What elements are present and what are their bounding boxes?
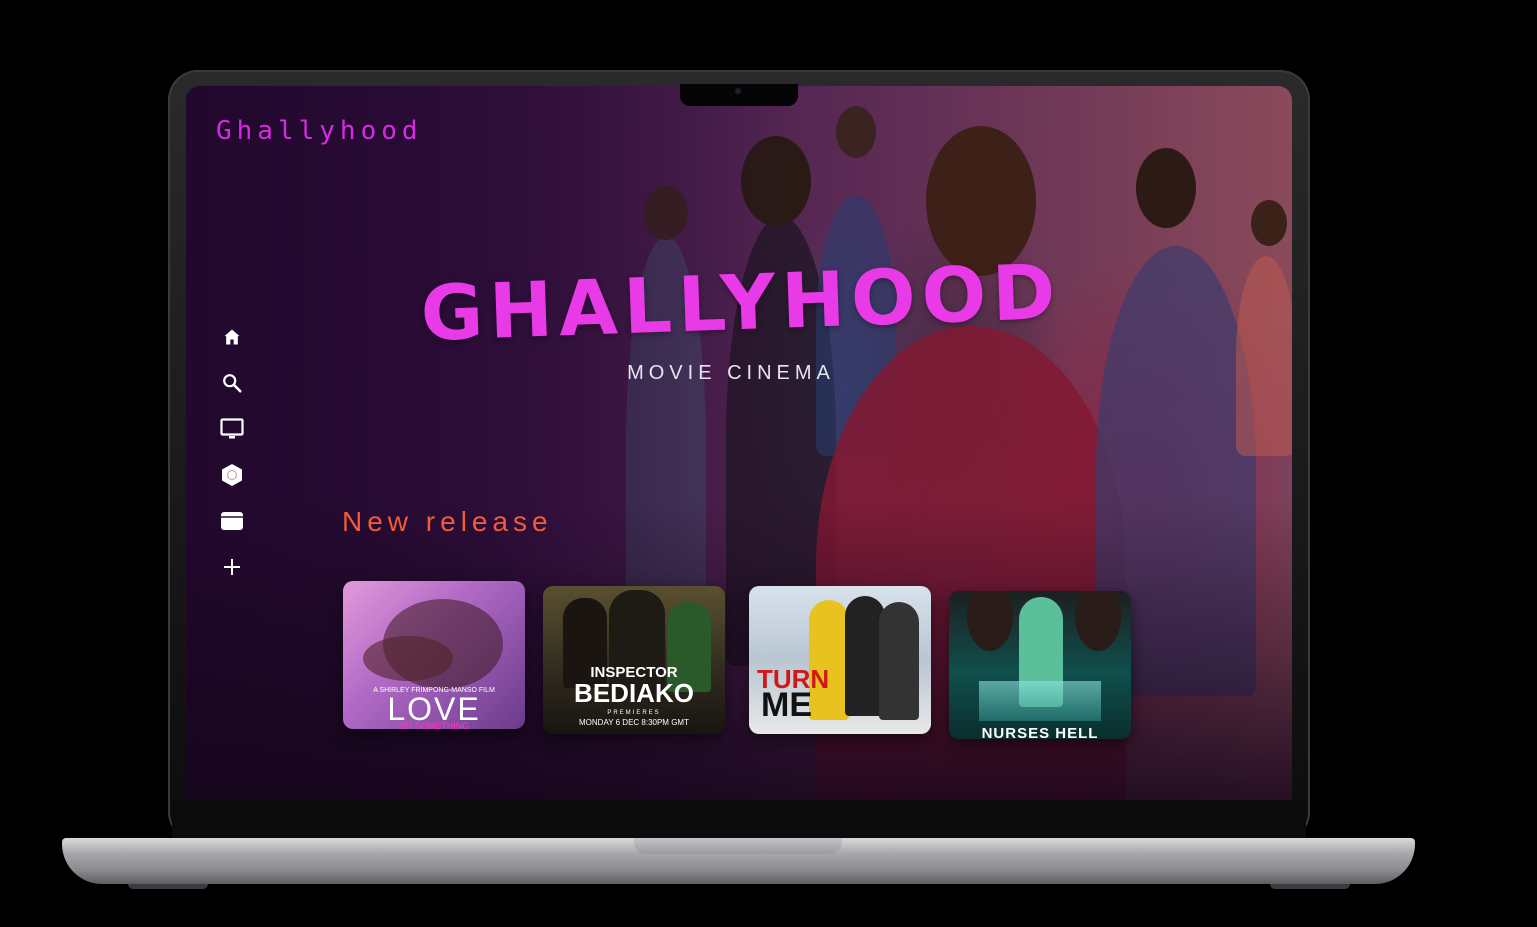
poster-caption: PREMIERES (607, 710, 661, 716)
brand-logo[interactable]: Ghallyhood (216, 116, 423, 146)
home-icon (224, 329, 240, 345)
movie-card[interactable]: NURSES HELL (949, 591, 1131, 739)
sidebar-item-home[interactable] (214, 314, 250, 360)
movie-title: NURSES HELL (981, 725, 1099, 739)
sidebar-item-library[interactable] (214, 498, 250, 544)
laptop-foot (128, 884, 208, 889)
poster-caption: OR SOMETHING (398, 721, 470, 729)
sidebar-item-search[interactable] (214, 360, 250, 406)
movie-card[interactable]: INSPECTOR BEDIAKO PREMIERES MONDAY 6 DEC… (543, 586, 725, 734)
sidebar-item-add[interactable] (214, 544, 250, 590)
laptop-foot (1270, 884, 1350, 889)
sidebar-nav (214, 314, 250, 590)
poster-art (879, 602, 919, 720)
hexagon-icon (222, 464, 242, 486)
movie-title: ME (761, 686, 812, 724)
poster-art (1075, 591, 1121, 651)
tv-icon (220, 418, 244, 439)
camera-icon (735, 88, 741, 94)
app-screen: Ghallyhood GHALLYHOOD MOVIE CINEMA New r… (186, 86, 1292, 800)
laptop-chin (172, 800, 1306, 838)
poster-caption: MONDAY 6 DEC 8:30PM GMT (579, 718, 689, 727)
section-heading: New release (342, 506, 553, 537)
search-icon (223, 374, 242, 393)
movie-card[interactable]: A SHIRLEY FRIMPONG-MANSO FILM LOVE OR SO… (343, 581, 525, 729)
poster-art (363, 636, 453, 681)
poster-art (967, 591, 1013, 651)
hero-subtitle: MOVIE CINEMA (627, 362, 835, 384)
poster-art (809, 600, 849, 720)
laptop-hinge (634, 838, 842, 854)
sidebar-item-originals[interactable] (214, 452, 250, 498)
folder-icon (221, 512, 243, 530)
sidebar-item-tv[interactable] (214, 406, 250, 452)
plus-icon (224, 559, 240, 575)
movie-title: BEDIAKO (574, 678, 694, 708)
poster-art (979, 681, 1101, 721)
movie-card[interactable]: TURN ME (749, 586, 931, 734)
